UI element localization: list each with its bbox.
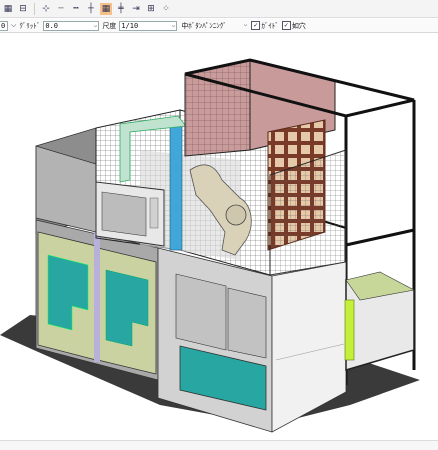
scale-label: 尺度 xyxy=(102,21,117,30)
frame-rail-1 xyxy=(345,228,415,247)
toolbar-separator xyxy=(34,2,35,15)
table-grid-icon[interactable]: ⊞ xyxy=(145,3,157,15)
dash-line-2-icon[interactable]: ┅ xyxy=(70,3,82,15)
monitor-screen xyxy=(101,191,147,237)
guide-checkbox[interactable]: ✓ ｶﾞｲﾄﾞ xyxy=(251,21,279,31)
cross-icon[interactable]: ┼ xyxy=(85,3,97,15)
snap-combo-value: 中ﾎﾞﾀﾝﾊﾟﾝﾆﾝｸﾞ xyxy=(181,21,227,30)
grid-icon[interactable]: ▦ xyxy=(2,3,14,15)
lavender-strip xyxy=(94,232,100,362)
snap-chevron-down-icon[interactable]: ⌵ xyxy=(244,21,248,28)
scale-combo[interactable]: 1/10 ⌵ xyxy=(119,20,178,31)
combo-arrow-icon[interactable]: ⌵ xyxy=(11,21,16,30)
grid-chevron-down-icon[interactable]: ⌵ xyxy=(94,22,98,29)
ruler-icon[interactable]: ╪ xyxy=(115,3,127,15)
toolbar-top: ▦ ⊟ ⊹ ┄ ┅ ┼ ▦ ╪ ⇥ ⊞ ⁘ xyxy=(0,0,438,18)
layers-icon[interactable]: ⊟ xyxy=(17,3,29,15)
monitor-buttons xyxy=(149,197,159,229)
grid-label: ｸﾞﾘｯﾄﾞ xyxy=(19,21,41,30)
grid-combo-value: 0.0 xyxy=(45,21,58,30)
checkmark-icon: ✓ xyxy=(251,21,261,30)
hole-checkbox-label: 如穴 xyxy=(291,21,306,30)
machine-3d-model xyxy=(0,58,420,433)
lime-actuator xyxy=(344,299,355,361)
first-combo-value: 0 xyxy=(1,21,6,30)
axis-line-icon[interactable]: ⊹ xyxy=(40,3,52,15)
snap-combo[interactable]: 中ﾎﾞﾀﾝﾊﾟﾝﾆﾝｸﾞ ⌵ xyxy=(180,21,248,31)
grid-combo[interactable]: 0.0 ⌵ xyxy=(43,20,100,31)
options-bar: 0 ⌵ ｸﾞﾘｯﾄﾞ 0.0 ⌵ 尺度 1/10 ⌵ 中ﾎﾞﾀﾝﾊﾟﾝﾆﾝｸﾞ … xyxy=(0,19,438,33)
dots-grid-icon[interactable]: ⁘ xyxy=(160,3,172,15)
checkmark-icon: ✓ xyxy=(281,21,291,30)
center-cabinet-door-2 xyxy=(227,287,267,359)
hole-checkbox[interactable]: ✓ 如穴 xyxy=(281,21,306,31)
highlight-grid-icon[interactable]: ▦ xyxy=(100,2,112,15)
center-cabinet-door-1 xyxy=(175,273,227,351)
snap-icon[interactable]: ⇥ xyxy=(130,3,142,15)
scale-chevron-down-icon[interactable]: ⌵ xyxy=(172,22,176,29)
robot-joint xyxy=(225,204,247,226)
first-combo[interactable]: 0 xyxy=(0,20,8,31)
dash-line-icon[interactable]: ┄ xyxy=(55,3,67,15)
scale-combo-value: 1/10 xyxy=(121,21,139,30)
blue-column xyxy=(169,124,183,251)
guide-checkbox-label: ｶﾞｲﾄﾞ xyxy=(261,21,279,30)
pink-tower xyxy=(184,59,251,157)
drawing-canvas[interactable] xyxy=(0,34,438,434)
